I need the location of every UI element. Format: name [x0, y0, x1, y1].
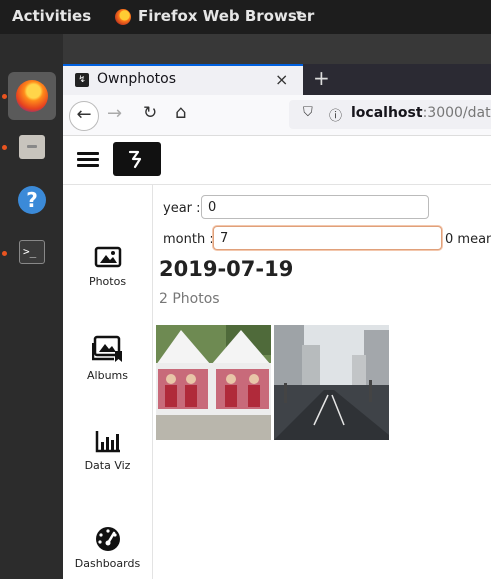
- photo-image: [274, 325, 389, 440]
- photo-image: [156, 325, 271, 440]
- running-indicator: [2, 94, 7, 99]
- sidebar: Photos Albums Data Viz Dashboards: [63, 185, 153, 579]
- year-input[interactable]: [201, 195, 429, 219]
- sidebar-item-label: Albums: [87, 369, 128, 382]
- shield-icon[interactable]: ⛉: [303, 105, 313, 120]
- terminal-icon: >_: [19, 240, 45, 264]
- dock-firefox[interactable]: [8, 72, 56, 120]
- url-host: localhost: [351, 105, 423, 121]
- app-menu[interactable]: Firefox Web Browser: [138, 7, 314, 25]
- dock-terminal[interactable]: >_: [8, 229, 56, 277]
- photos-icon: [94, 246, 121, 268]
- tab-strip: ↯ Ownphotos × +: [63, 64, 491, 95]
- data-viz-icon: [95, 431, 120, 453]
- files-icon: [19, 135, 45, 159]
- sidebar-item-label: Dashboards: [74, 557, 141, 570]
- top-bar: Activities Firefox Web Browser ▾: [0, 0, 491, 34]
- reload-button[interactable]: ↻: [143, 103, 157, 123]
- dashboards-icon: [95, 527, 120, 551]
- url-path: :3000/date: [422, 105, 491, 121]
- nav-bar: ← → ↻ ⌂ ⛉ ⓘ localhost:3000/date: [63, 95, 491, 136]
- photo-thumbnail[interactable]: [274, 325, 389, 440]
- dock: ? >_: [0, 34, 63, 579]
- forward-button[interactable]: →: [107, 103, 122, 124]
- chevron-down-icon[interactable]: ▾: [296, 7, 302, 20]
- date-heading: 2019-07-19: [159, 257, 294, 281]
- title-bar[interactable]: [63, 34, 491, 64]
- running-indicator: [2, 251, 7, 256]
- help-icon: ?: [18, 186, 46, 214]
- ownphotos-favicon-icon: ↯: [75, 73, 89, 87]
- back-button[interactable]: ←: [69, 101, 99, 131]
- sidebar-item-label: Photos: [88, 275, 127, 288]
- logo-icon: [128, 150, 142, 169]
- new-tab-button[interactable]: +: [313, 66, 330, 90]
- tab-ownphotos[interactable]: ↯ Ownphotos ×: [63, 64, 303, 95]
- url-text[interactable]: localhost:3000/date: [351, 105, 491, 121]
- sidebar-item-dashboards[interactable]: Dashboards: [63, 525, 152, 570]
- tab-title: Ownphotos: [97, 71, 177, 87]
- app-header: [63, 136, 491, 185]
- month-input[interactable]: [213, 226, 442, 250]
- close-tab-icon[interactable]: ×: [275, 70, 288, 89]
- sidebar-item-albums[interactable]: Albums: [63, 335, 152, 382]
- firefox-icon: [115, 9, 131, 25]
- sidebar-item-photos[interactable]: Photos: [63, 245, 152, 288]
- dock-files[interactable]: [8, 123, 56, 171]
- home-button[interactable]: ⌂: [175, 102, 186, 123]
- main-content: year : month : 0 mean 2019-07-19 2 Photo…: [153, 185, 491, 579]
- photo-thumbnail[interactable]: [156, 325, 271, 440]
- firefox-window: ↯ Ownphotos × + ← → ↻ ⌂ ⛉ ⓘ localhost:30…: [63, 34, 491, 579]
- dock-help[interactable]: ?: [8, 176, 56, 224]
- month-hint: 0 mean: [445, 232, 491, 247]
- firefox-icon: [16, 80, 48, 112]
- year-label: year :: [163, 201, 201, 216]
- url-bar[interactable]: ⛉ ⓘ localhost:3000/date: [289, 100, 491, 129]
- sidebar-item-label: Data Viz: [84, 459, 131, 472]
- photo-count: 2 Photos: [159, 291, 220, 307]
- ownphotos-logo[interactable]: [113, 142, 161, 176]
- running-indicator: [2, 145, 7, 150]
- sidebar-item-data-viz[interactable]: Data Viz: [63, 429, 152, 472]
- info-icon[interactable]: ⓘ: [329, 105, 342, 124]
- hamburger-menu-icon[interactable]: [77, 152, 99, 168]
- activities-button[interactable]: Activities: [12, 7, 91, 25]
- month-label: month :: [163, 232, 214, 247]
- albums-icon: [91, 335, 122, 362]
